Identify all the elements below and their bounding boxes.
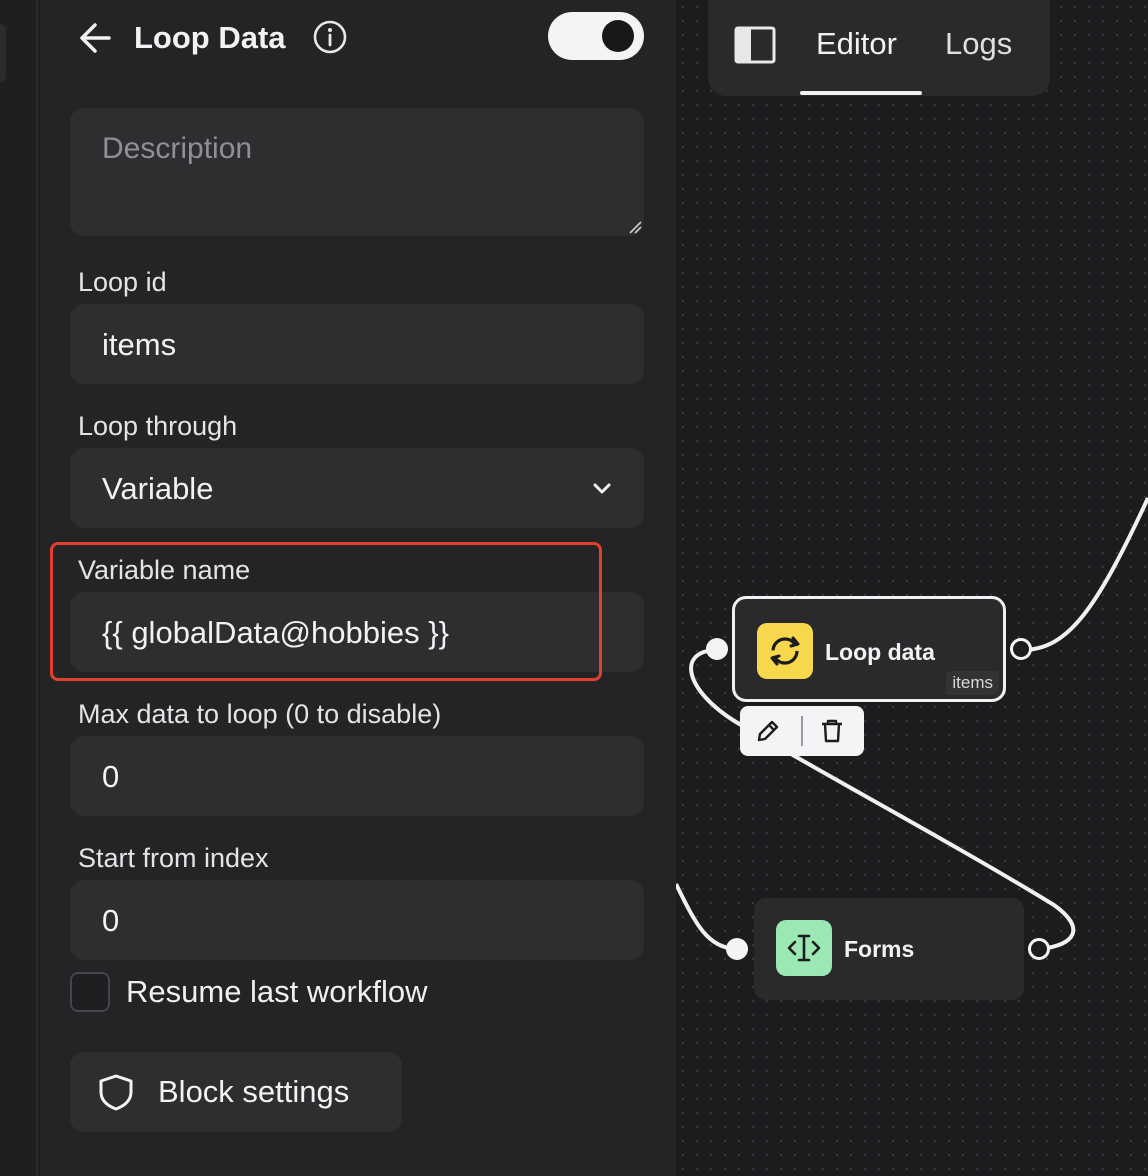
- forms-output-port[interactable]: [1028, 938, 1050, 960]
- start-index-value: 0: [102, 903, 120, 938]
- text-cursor-icon: [776, 920, 832, 976]
- workflow-canvas[interactable]: Editor Logs Loop data items Forms: [676, 0, 1148, 1176]
- block-settings-label: Block settings: [158, 1074, 350, 1109]
- resize-grip-icon[interactable]: [628, 220, 642, 234]
- loop-through-value: Variable: [102, 471, 214, 506]
- variable-name-label: Variable name: [78, 555, 251, 585]
- variable-name-input[interactable]: {{ globalData@hobbies }}: [70, 592, 644, 672]
- info-icon[interactable]: [312, 19, 348, 55]
- forms-input-port[interactable]: [726, 938, 748, 960]
- loop-data-input-port[interactable]: [706, 638, 728, 660]
- arrow-left-icon: [80, 23, 111, 53]
- loop-id-input[interactable]: items: [70, 304, 644, 384]
- active-tab-indicator: [800, 91, 922, 95]
- loop-id-value: items: [102, 327, 177, 362]
- trash-icon[interactable]: [818, 717, 846, 745]
- loop-data-output-port[interactable]: [1010, 638, 1032, 660]
- pencil-icon[interactable]: [754, 717, 782, 745]
- block-edit-panel: Loop Data Description Loop id items Loop…: [40, 0, 676, 1176]
- toolbar-divider: [801, 716, 803, 746]
- variable-name-value: {{ globalData@hobbies }}: [102, 615, 449, 650]
- left-rail: [0, 0, 38, 1176]
- loop-through-label: Loop through: [78, 411, 238, 441]
- node-tag: items: [946, 671, 999, 695]
- node-forms[interactable]: Forms: [754, 898, 1024, 1000]
- editor-tabs: Editor Logs: [708, 0, 1050, 96]
- max-data-input[interactable]: 0: [70, 736, 644, 816]
- node-loop-data[interactable]: Loop data items: [732, 596, 1006, 702]
- block-settings-button[interactable]: Block settings: [70, 1052, 402, 1132]
- tab-editor[interactable]: Editor: [816, 24, 897, 64]
- description-placeholder: Description: [102, 132, 253, 165]
- node-actions-toolbar: [740, 706, 864, 756]
- tab-logs[interactable]: Logs: [945, 24, 1012, 64]
- panel-header: Loop Data: [40, 0, 676, 76]
- max-data-value: 0: [102, 759, 120, 794]
- block-enabled-toggle[interactable]: [548, 12, 644, 60]
- resume-workflow-label[interactable]: Resume last workflow: [126, 972, 427, 1012]
- node-name: Loop data: [825, 639, 935, 665]
- loop-id-label: Loop id: [78, 267, 167, 297]
- shield-icon: [99, 1074, 133, 1111]
- description-textarea[interactable]: Description: [70, 108, 644, 236]
- max-data-label: Max data to loop (0 to disable): [78, 699, 442, 729]
- chevron-down-icon: [593, 483, 611, 494]
- node-name: Forms: [844, 936, 915, 962]
- toggle-knob: [602, 20, 634, 52]
- left-rail-handle: [0, 24, 6, 82]
- resume-workflow-checkbox[interactable]: [70, 972, 110, 1012]
- page-title: Loop Data: [134, 20, 286, 55]
- loop-through-select[interactable]: Variable: [70, 448, 644, 528]
- sidebar-toggle-icon[interactable]: [734, 26, 776, 64]
- back-button[interactable]: [76, 18, 116, 58]
- start-index-label: Start from index: [78, 843, 269, 873]
- start-index-input[interactable]: 0: [70, 880, 644, 960]
- refresh-icon: [757, 623, 813, 679]
